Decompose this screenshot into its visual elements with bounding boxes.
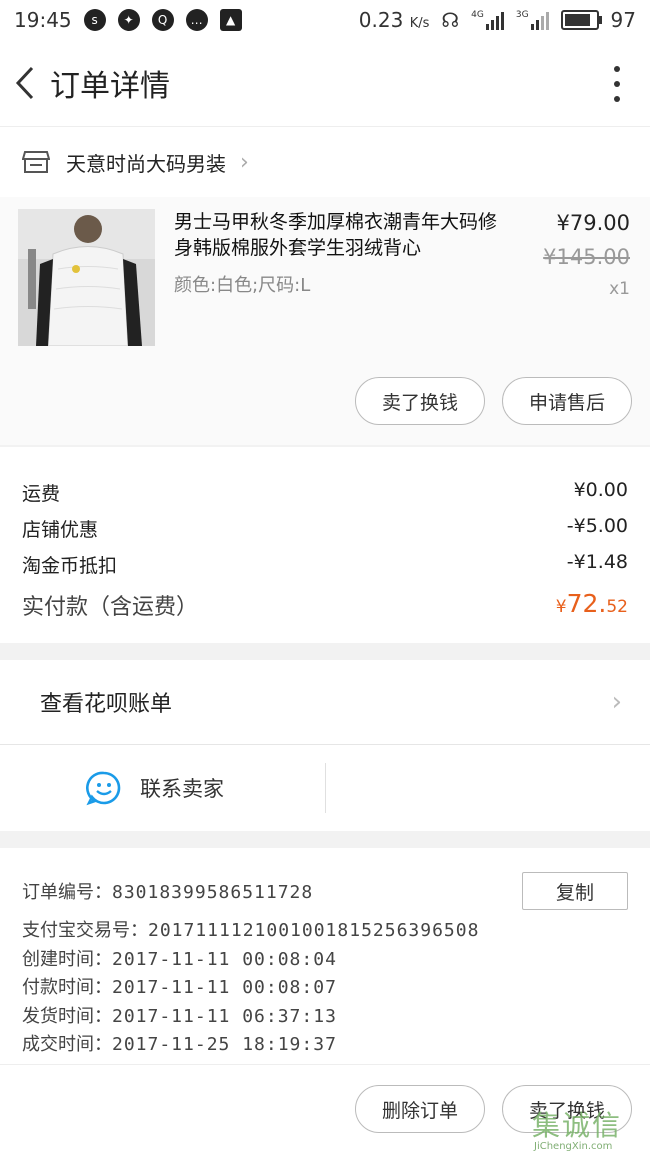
cost-summary: 运费 ¥0.00 店铺优惠 -¥5.00 淘金币抵扣 -¥1.48 实付款（含运… — [0, 447, 650, 643]
signal-3g-icon: 3G — [516, 10, 549, 30]
after-sale-button[interactable]: 申请售后 — [502, 377, 632, 425]
shipping-fee-row: 运费 ¥0.00 — [22, 479, 628, 505]
shop-name: 天意时尚大码男装 — [66, 151, 226, 176]
chevron-left-icon — [15, 66, 34, 100]
product-original-price: ¥145.00 — [543, 245, 630, 269]
page-title: 订单详情 — [50, 69, 170, 104]
app-header: 订单详情 — [0, 40, 650, 126]
delete-order-button[interactable]: 删除订单 — [355, 1085, 485, 1133]
order-number-row: 订单编号：83018399586511728 — [22, 882, 314, 903]
store-icon — [22, 151, 50, 173]
watermark-logo: 集诚信 JiChengXin.com — [532, 1109, 623, 1152]
clock: 19:45 — [14, 8, 72, 32]
product-quantity: x1 — [609, 279, 630, 299]
created-time-row: 创建时间：2017-11-11 00:08:04 — [22, 949, 337, 970]
shop-row[interactable]: 天意时尚大码男装 › — [0, 126, 650, 198]
chat-bubble-icon[interactable] — [86, 770, 122, 806]
sell-for-cash-button[interactable]: 卖了换钱 — [355, 377, 485, 425]
bottom-action-bar: 删除订单 卖了换钱 集诚信 JiChengXin.com — [0, 1064, 650, 1156]
huabei-bill-row[interactable]: 查看花呗账单 › — [0, 660, 650, 745]
total-paid-label: 实付款（含运费） — [22, 595, 199, 620]
contact-section: 联系卖家 — [0, 745, 650, 831]
product-thumbnail[interactable] — [18, 209, 155, 346]
copy-button[interactable]: 复制 — [522, 872, 628, 910]
paid-time-row: 付款时间：2017-11-11 00:08:07 — [22, 977, 337, 998]
status-bar: 19:45 s ✦ Q … ▲ 0.23 K/s ☊ 4G 3G 97 — [0, 0, 650, 40]
closed-time-row: 成交时间：2017-11-25 18:19:37 — [22, 1034, 337, 1055]
back-button[interactable] — [0, 40, 50, 126]
chevron-right-icon: › — [611, 687, 622, 717]
qq-icon: Q — [151, 9, 174, 31]
shop-discount-row: 店铺优惠 -¥5.00 — [22, 515, 628, 541]
image-icon: ▲ — [219, 9, 242, 31]
order-number: 83018399586511728 — [112, 882, 314, 903]
alipay-trade-row: 支付宝交易号：2017111121001001815256396508 — [22, 920, 480, 941]
shipped-time-row: 发货时间：2017-11-11 06:37:13 — [22, 1006, 337, 1027]
chat-icon: … — [185, 9, 208, 31]
order-info: 订单编号：83018399586511728 复制 支付宝交易号：2017111… — [0, 848, 650, 1064]
product-card: 男士马甲秋冬季加厚棉衣潮青年大码修身韩版棉服外套学生羽绒背心 颜色:白色;尺码:… — [0, 197, 650, 445]
signal-4g-icon: 4G — [471, 10, 504, 30]
contact-seller-button[interactable]: 联系卖家 — [140, 773, 224, 803]
product-price: ¥79.00 — [556, 211, 630, 235]
huabei-bill-label: 查看花呗账单 — [40, 692, 173, 717]
chevron-right-icon: › — [240, 149, 249, 175]
total-paid-value: ¥72.52 — [555, 589, 628, 618]
battery-level: 97 — [610, 8, 636, 32]
app-notification-icon: s — [83, 9, 106, 31]
divider — [325, 763, 326, 813]
more-options-button[interactable] — [612, 66, 622, 102]
battery-icon — [560, 10, 602, 30]
total-paid-row: 实付款（含运费） ¥72.52 — [22, 589, 628, 621]
headphone-icon: ☊ — [441, 8, 460, 32]
taojinbi-deduction-row: 淘金币抵扣 -¥1.48 — [22, 551, 628, 577]
aperture-icon: ✦ — [117, 9, 140, 31]
product-spec: 颜色:白色;尺码:L — [174, 275, 311, 296]
product-name[interactable]: 男士马甲秋冬季加厚棉衣潮青年大码修身韩版棉服外套学生羽绒背心 — [174, 209, 504, 261]
net-speed: 0.23 K/s — [358, 8, 430, 32]
